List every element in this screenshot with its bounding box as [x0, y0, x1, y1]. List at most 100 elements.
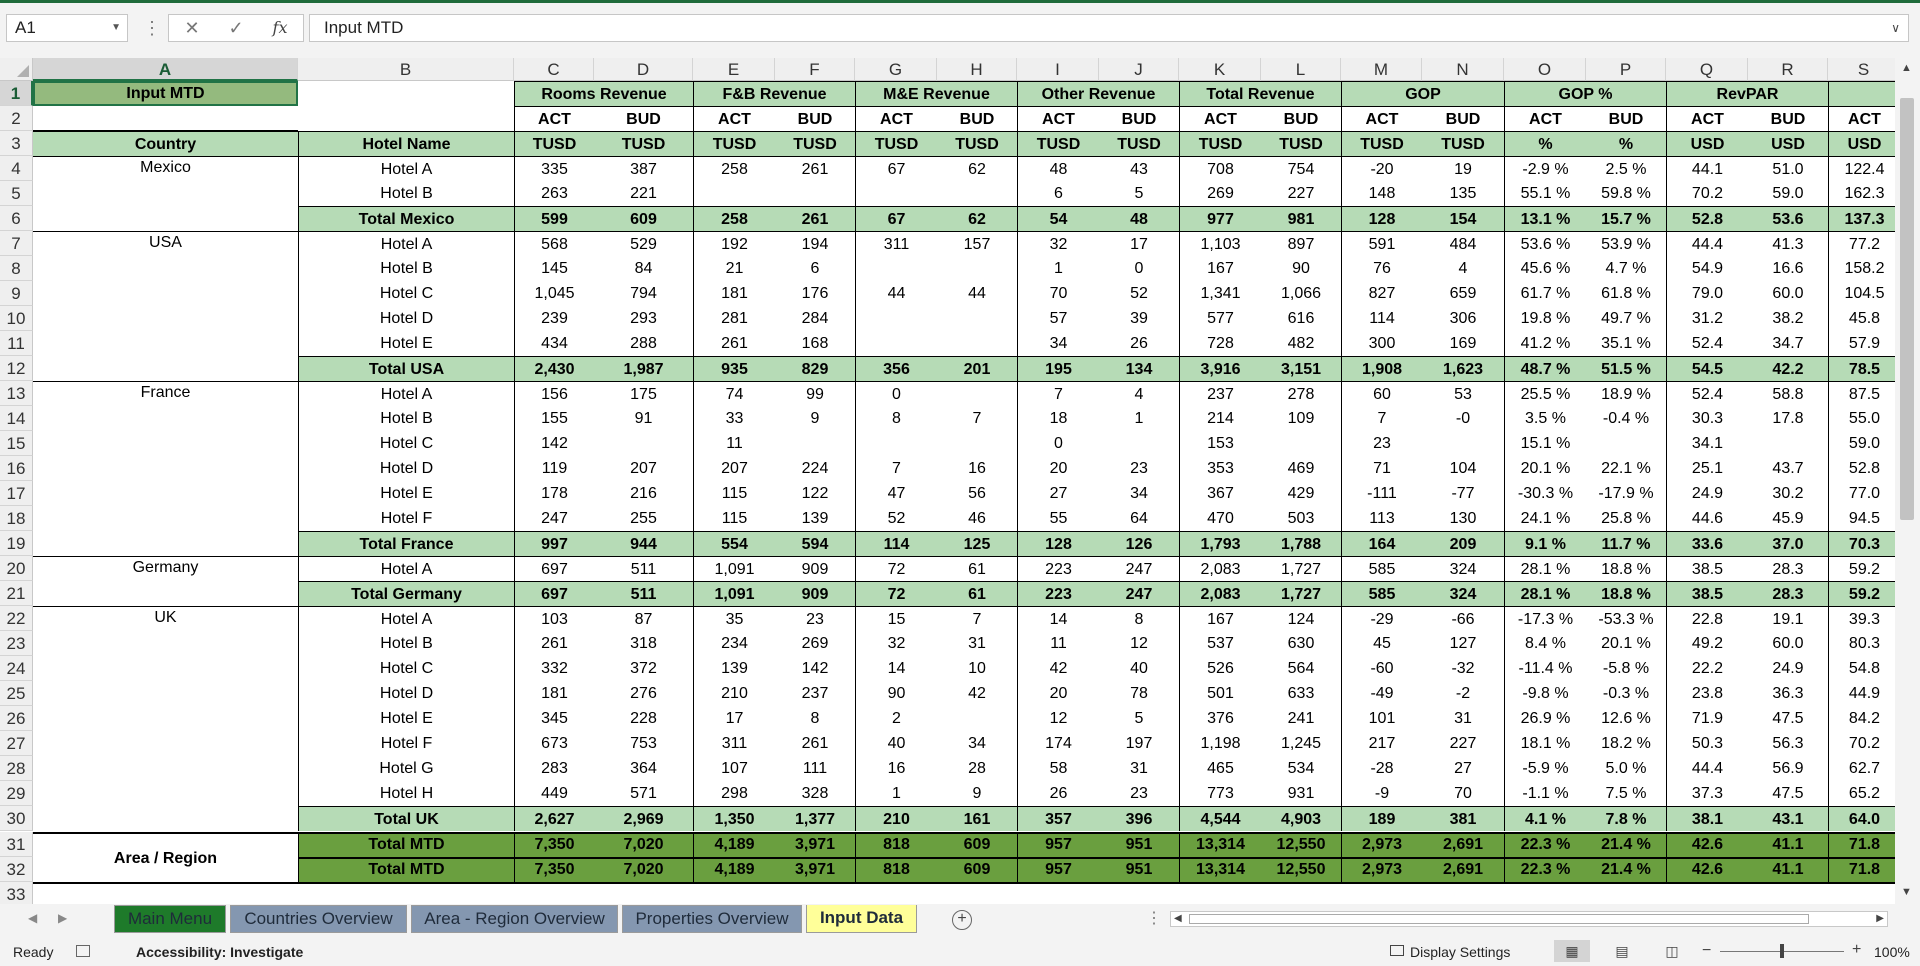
value-cell[interactable]: 345: [514, 706, 594, 731]
value-cell[interactable]: 25.5 %: [1504, 381, 1586, 406]
value-cell[interactable]: 28.1 %: [1504, 556, 1586, 581]
value-cell[interactable]: 71.8: [1828, 857, 1895, 882]
value-cell[interactable]: 18.9 %: [1586, 381, 1666, 406]
value-cell[interactable]: 367: [1179, 481, 1261, 506]
value-cell[interactable]: 32: [855, 631, 937, 656]
value-cell[interactable]: 526: [1179, 656, 1261, 681]
value-cell[interactable]: 19.1: [1748, 606, 1828, 631]
header-unit[interactable]: TUSD: [1099, 131, 1179, 156]
value-cell[interactable]: 234: [693, 631, 775, 656]
value-cell[interactable]: 34: [1017, 331, 1099, 356]
value-cell[interactable]: 227: [1261, 181, 1341, 206]
value-cell[interactable]: 12,550: [1261, 857, 1341, 882]
value-cell[interactable]: 217: [1341, 731, 1422, 756]
column-header-i[interactable]: I: [1017, 58, 1099, 81]
value-cell[interactable]: 119: [514, 456, 594, 481]
value-cell[interactable]: 164: [1341, 531, 1422, 556]
horizontal-scroll-thumb[interactable]: [1189, 914, 1809, 924]
value-cell[interactable]: 31: [1422, 706, 1504, 731]
value-cell[interactable]: 2,627: [514, 806, 594, 831]
value-cell[interactable]: 11: [693, 431, 775, 456]
add-sheet-icon[interactable]: +: [952, 910, 972, 930]
value-cell[interactable]: 1,377: [775, 806, 855, 831]
value-cell[interactable]: 2,083: [1179, 556, 1261, 581]
value-cell[interactable]: [855, 431, 937, 456]
value-cell[interactable]: 59.0: [1828, 431, 1895, 456]
column-header-d[interactable]: D: [594, 58, 693, 81]
value-cell[interactable]: 7: [937, 606, 1017, 631]
value-cell[interactable]: 80.3: [1828, 631, 1895, 656]
column-header-c[interactable]: C: [514, 58, 594, 81]
value-cell[interactable]: 332: [514, 656, 594, 681]
value-cell[interactable]: 564: [1261, 656, 1341, 681]
value-cell[interactable]: 57: [1017, 306, 1099, 331]
value-cell[interactable]: 697: [514, 556, 594, 581]
value-cell[interactable]: 122: [775, 481, 855, 506]
value-cell[interactable]: 70.3: [1828, 531, 1895, 556]
value-cell[interactable]: 2,969: [594, 806, 693, 831]
value-cell[interactable]: 276: [594, 681, 693, 706]
row-header-23[interactable]: 23: [0, 631, 33, 656]
macro-recording-icon[interactable]: [76, 945, 90, 957]
value-cell[interactable]: 659: [1422, 281, 1504, 306]
header-unit[interactable]: TUSD: [1261, 131, 1341, 156]
value-cell[interactable]: 195: [1017, 356, 1099, 381]
value-cell[interactable]: 26.9 %: [1504, 706, 1586, 731]
value-cell[interactable]: 261: [693, 331, 775, 356]
header-unit[interactable]: TUSD: [594, 131, 693, 156]
value-cell[interactable]: [855, 256, 937, 281]
value-cell[interactable]: 281: [693, 306, 775, 331]
insert-function-icon[interactable]: fx: [265, 17, 295, 39]
value-cell[interactable]: 139: [775, 506, 855, 531]
value-cell[interactable]: 3,971: [775, 857, 855, 882]
value-cell[interactable]: 1,788: [1261, 531, 1341, 556]
value-cell[interactable]: 13.1 %: [1504, 206, 1586, 231]
value-cell[interactable]: 237: [1179, 381, 1261, 406]
hotel-name-cell[interactable]: Hotel D: [298, 306, 514, 331]
value-cell[interactable]: 207: [693, 456, 775, 481]
value-cell[interactable]: 311: [693, 731, 775, 756]
value-cell[interactable]: 585: [1341, 581, 1422, 606]
value-cell[interactable]: 2,973: [1341, 857, 1422, 882]
value-cell[interactable]: 708: [1179, 156, 1261, 181]
row-header-3[interactable]: 3: [0, 131, 33, 156]
value-cell[interactable]: 31.2: [1666, 306, 1748, 331]
value-cell[interactable]: 18.1 %: [1504, 731, 1586, 756]
value-cell[interactable]: 74: [693, 381, 775, 406]
value-cell[interactable]: [937, 331, 1017, 356]
value-cell[interactable]: 237: [775, 681, 855, 706]
value-cell[interactable]: 10: [937, 656, 1017, 681]
value-cell[interactable]: 28.3: [1748, 581, 1828, 606]
value-cell[interactable]: 52: [855, 506, 937, 531]
row-header-22[interactable]: 22: [0, 606, 33, 631]
value-cell[interactable]: [937, 256, 1017, 281]
value-cell[interactable]: 4,189: [693, 832, 775, 857]
hotel-name-cell[interactable]: Hotel A: [298, 381, 514, 406]
value-cell[interactable]: 17.8: [1748, 406, 1828, 431]
value-cell[interactable]: 158.2: [1828, 256, 1895, 281]
value-cell[interactable]: -29: [1341, 606, 1422, 631]
sheet-tab[interactable]: Input Data: [806, 905, 917, 933]
value-cell[interactable]: 381: [1422, 806, 1504, 831]
value-cell[interactable]: 40: [855, 731, 937, 756]
value-cell[interactable]: 1,341: [1179, 281, 1261, 306]
value-cell[interactable]: 41.2 %: [1504, 331, 1586, 356]
column-header-p[interactable]: P: [1586, 58, 1666, 81]
name-box-dropdown-icon[interactable]: ▼: [111, 15, 121, 41]
value-cell[interactable]: 2.5 %: [1586, 156, 1666, 181]
row-header-21[interactable]: 21: [0, 581, 33, 606]
value-cell[interactable]: 1,091: [693, 556, 775, 581]
value-cell[interactable]: 57.9: [1828, 331, 1895, 356]
header-act-bud[interactable]: ACT: [855, 106, 937, 131]
row-header-11[interactable]: 11: [0, 331, 33, 356]
value-cell[interactable]: 139: [693, 656, 775, 681]
value-cell[interactable]: 818: [855, 832, 937, 857]
value-cell[interactable]: 115: [693, 481, 775, 506]
select-all-corner[interactable]: [0, 58, 33, 81]
value-cell[interactable]: 4,189: [693, 857, 775, 882]
column-header-g[interactable]: G: [855, 58, 937, 81]
value-cell[interactable]: 94.5: [1828, 506, 1895, 531]
column-header-b[interactable]: B: [298, 58, 514, 81]
row-header-13[interactable]: 13: [0, 381, 33, 406]
row-header-4[interactable]: 4: [0, 156, 33, 181]
